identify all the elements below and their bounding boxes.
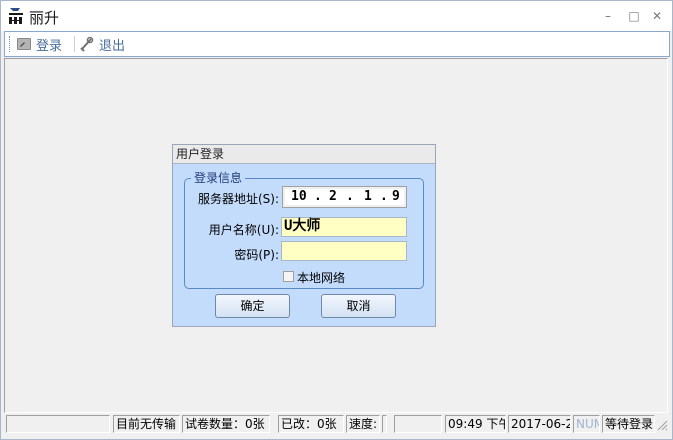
status-date: 2017-06-29 <box>508 415 571 433</box>
maximize-button[interactable]: □ <box>627 9 641 23</box>
ip-octet-2[interactable]: 2 <box>329 189 337 205</box>
ok-button[interactable]: 确定 <box>215 294 290 318</box>
login-dialog: 用户登录 登录信息 服务器地址(S): 10 . 2 . 1 . 9 用户名称(… <box>172 144 436 327</box>
toolbar-separator <box>74 36 75 52</box>
status-login-state: 等待登录 <box>602 415 655 433</box>
status-time: 09:49 下午 <box>445 415 506 433</box>
exit-toolbar-button[interactable]: 退出 <box>79 35 126 54</box>
status-panel-empty <box>6 415 110 433</box>
status-paper-count: 试卷数量：0张 <box>182 415 270 433</box>
ip-octet-1[interactable]: 10 <box>291 189 307 205</box>
ip-octet-3[interactable]: 1 <box>364 189 372 205</box>
cancel-button[interactable]: 取消 <box>321 294 396 318</box>
group-legend: 登录信息 <box>191 171 246 185</box>
app-logo-icon <box>9 8 23 24</box>
server-address-input[interactable]: 10 . 2 . 1 . 9 <box>282 186 407 208</box>
login-icon <box>17 38 31 50</box>
status-transfer: 目前无传输 <box>113 415 180 433</box>
toolbar-grip[interactable] <box>9 36 12 52</box>
local-network-label: 本地网络 <box>297 271 346 285</box>
username-label: 用户名称(U): <box>208 223 279 237</box>
login-toolbar-label: 登录 <box>36 38 63 54</box>
title-bar[interactable]: 丽升 – □ ✕ <box>1 1 672 31</box>
minimize-button[interactable]: – <box>601 9 615 23</box>
status-panel-blank <box>394 415 442 433</box>
password-label: 密码(P): <box>234 248 279 262</box>
username-input[interactable]: U大师 <box>281 217 407 237</box>
status-bar: 目前无传输 试卷数量：0张 已改：0张 速度: 09:49 下午 2017-06… <box>4 414 668 436</box>
login-toolbar-button[interactable]: 登录 <box>16 35 63 54</box>
ip-octet-4[interactable]: 9 <box>392 189 400 205</box>
exit-icon <box>80 36 94 52</box>
status-speed: 速度: <box>346 415 380 433</box>
window-title: 丽升 <box>29 9 60 27</box>
resize-grip-icon[interactable] <box>656 418 668 432</box>
toolbar: 登录 退出 <box>4 31 670 57</box>
main-window: 丽升 – □ ✕ 登录 退出 用户登录 登录信息 服务器地址(S): 10 . … <box>0 0 673 440</box>
password-input[interactable] <box>281 241 407 261</box>
status-changed: 已改：0张 <box>278 415 344 433</box>
status-divider <box>382 415 387 433</box>
close-button[interactable]: ✕ <box>650 9 664 23</box>
status-num-lock: NUM <box>573 415 600 433</box>
exit-toolbar-label: 退出 <box>99 38 126 54</box>
local-network-checkbox[interactable] <box>283 271 294 282</box>
server-address-label: 服务器地址(S): <box>197 192 279 206</box>
dialog-title: 用户登录 <box>173 145 435 164</box>
